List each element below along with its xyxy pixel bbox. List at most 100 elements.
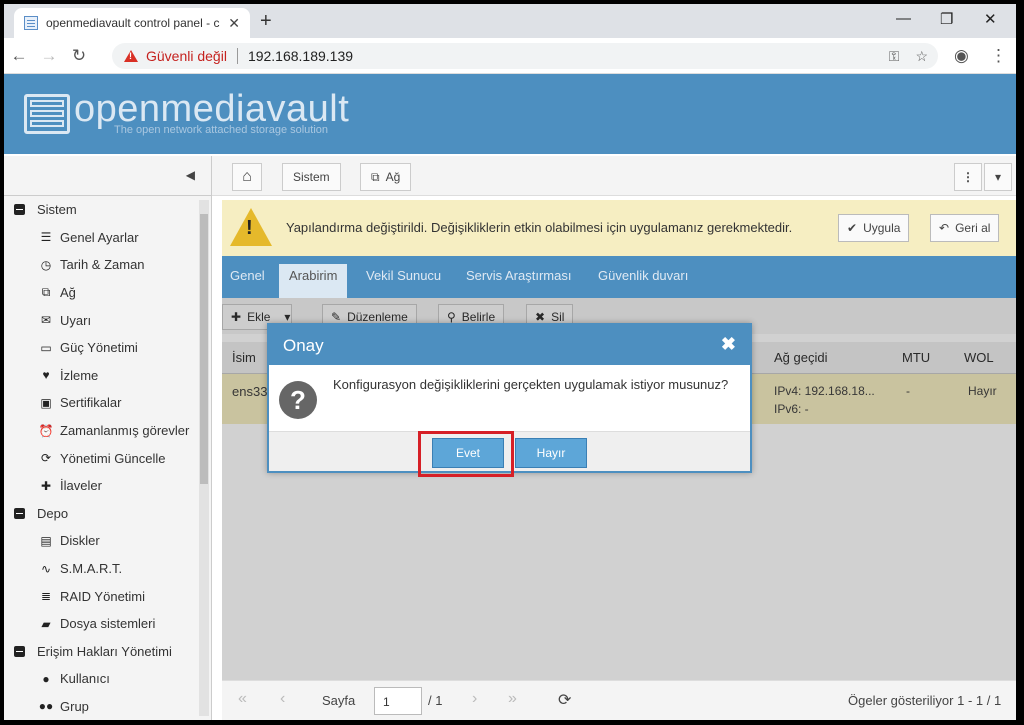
close-window-button[interactable]: ✕ [984,10,997,28]
sidebar-item[interactable]: ● Kullanıcı [4,665,194,693]
key-icon[interactable]: ⚿ [889,48,900,65]
collapse-sidebar-icon[interactable]: ◀ [186,168,195,182]
sidebar-item-icon: ●● [38,699,54,714]
dialog-close-icon[interactable]: ✖ [721,334,736,355]
sidebar-item-label: İzleme [60,367,99,383]
undo-icon: ↶ [939,221,950,235]
page-input[interactable]: 1 [374,687,422,715]
omnibox-divider [236,48,238,64]
sidebar-item[interactable]: ◷ Tarih & Zaman [4,251,194,279]
revert-label: Geri al [955,221,991,235]
sidebar-item[interactable]: ∿ S.M.A.R.T. [4,555,194,583]
sidebar-item-label: Sertifikalar [60,395,122,411]
tab-genel[interactable]: Genel [230,268,265,283]
app-header: openmediavault The open network attached… [4,74,1016,154]
url-text[interactable]: 192.168.189.139 [248,48,353,64]
sidebar-scrollbar[interactable] [199,200,209,716]
sidebar-item-icon: ✚ [40,478,52,493]
items-summary: Ögeler gösteriliyor 1 - 1 / 1 [848,693,1002,708]
sidebar-item-label: Genel Ayarlar [60,229,139,245]
collapse-group-icon[interactable] [14,645,25,657]
omnibox[interactable]: Güvenli değil 192.168.189.139 ⚿ ☆ [112,43,938,69]
sidebar-item[interactable]: ⧉ Ağ [4,279,194,307]
sidebar-item-label: İlaveler [60,478,102,494]
tab-vekil-sunucu[interactable]: Vekil Sunucu [366,268,441,283]
sidebar-item-label: Diskler [60,533,100,549]
sidebar-item[interactable]: ≣ RAID Yönetimi [4,582,194,610]
browser-tab[interactable]: openmediavault control panel - c ✕ [14,8,250,38]
prev-page-icon[interactable]: ‹ [280,690,285,708]
check-icon: ✔ [847,221,858,235]
tab-arabirim[interactable]: Arabirim [279,264,348,298]
home-icon[interactable]: ⌂ [232,163,262,191]
sidebar-item[interactable]: ▤ Diskler [4,527,194,555]
sidebar-item-icon: ∿ [40,561,52,576]
breadcrumb-ag[interactable]: ⧉ Ağ [360,163,412,191]
sidebar-item[interactable]: ▭ Güç Yönetimi [4,334,194,362]
sidebar-item-label: Ağ [60,285,76,301]
refresh-icon[interactable]: ⟳ [558,690,571,710]
sidebar-item-icon: ● [42,671,50,686]
collapse-group-icon[interactable] [14,204,25,216]
sidebar-item[interactable]: ♥ İzleme [4,362,194,390]
sidebar-item-icon: ♥ [42,368,50,383]
sidebar-item[interactable]: ⟳ Yönetimi Güncelle [4,444,194,472]
security-label[interactable]: Güvenli değil [146,48,227,64]
breadcrumb: ⌂ Sistem ⧉ Ağ ⋮ ▾ [212,156,1016,196]
sidebar-item-icon: ✉ [40,313,52,328]
question-icon: ? [279,381,317,419]
dropdown-icon[interactable]: ▾ [984,163,1012,191]
sidebar-item-icon: ▣ [40,395,52,410]
next-page-icon[interactable]: › [472,690,477,708]
chrome-menu-icon[interactable]: ⋮ [990,46,1007,66]
sidebar-item-label: Depo [37,505,69,521]
tab-bar: Genel Arabirim Vekil Sunucu Servis Araşt… [222,256,1016,298]
sidebar-item[interactable]: ☰ Genel Ayarlar [4,224,194,252]
sidebar-item[interactable]: ▣ Sertifikalar [4,389,194,417]
sidebar-item[interactable]: ✉ Uyarı [4,306,194,334]
sidebar-group[interactable]: Erişim Hakları Yönetimi [4,638,194,666]
sidebar-item-icon: ▭ [40,340,52,355]
revert-button[interactable]: ↶ Geri al [930,214,1000,242]
pagination-bar: « ‹ Sayfa 1 / 1 › » ⟳ Ögeler gösteriliyo… [222,680,1016,720]
sidebar-item[interactable]: ⏰ Zamanlanmış görevler [4,417,194,445]
apply-button[interactable]: ✔ Uygula [838,214,910,242]
collapse-group-icon[interactable] [14,507,25,519]
sidebar-item[interactable]: ●● Grup [4,693,194,720]
sidebar-item-icon: ▰ [41,616,51,631]
sidebar-group[interactable]: Depo [4,500,194,528]
highlight-box [418,431,514,477]
back-icon[interactable]: ← [4,46,34,66]
sidebar-item-label: Kullanıcı [60,671,110,687]
logo-icon [24,94,70,134]
sidebar-item-label: Tarih & Zaman [60,257,145,273]
new-tab-button[interactable]: + [260,10,272,33]
last-page-icon[interactable]: » [508,690,517,708]
sidebar-item-label: Grup [60,698,89,714]
breadcrumb-sistem[interactable]: Sistem [282,163,341,191]
sidebar-item[interactable]: ▰ Dosya sistemleri [4,610,194,638]
tab-guvenlik-duvari[interactable]: Güvenlik duvarı [598,268,688,283]
logo-tagline: The open network attached storage soluti… [114,124,329,136]
more-menu-icon[interactable]: ⋮ [954,163,982,191]
bookmark-star-icon[interactable]: ☆ [915,48,928,65]
breadcrumb-ag-label: Ağ [385,170,401,184]
profile-icon[interactable]: ◉ [954,46,969,66]
first-page-icon[interactable]: « [238,690,247,708]
tab-servis-arastirmasi[interactable]: Servis Araştırması [466,268,571,283]
forward-icon[interactable]: → [34,46,64,66]
sidebar-item-icon: ⟳ [40,451,52,466]
apply-label: Uygula [863,221,901,235]
scrollbar-thumb[interactable] [200,214,208,484]
sidebar-item[interactable]: ✚ İlaveler [4,472,194,500]
sidebar-group[interactable]: Sistem [4,196,194,224]
maximize-button[interactable]: ❐ [940,10,953,28]
no-button[interactable]: Hayır [515,438,587,468]
sidebar-item-label: Erişim Hakları Yönetimi [37,643,172,659]
reload-icon[interactable]: ↻ [64,46,94,66]
dialog-title: Onay [283,336,324,355]
page-total: / 1 [428,693,443,708]
warning-icon [124,50,138,62]
tab-close-icon[interactable]: ✕ [228,15,240,32]
minimize-button[interactable]: — [896,10,911,27]
